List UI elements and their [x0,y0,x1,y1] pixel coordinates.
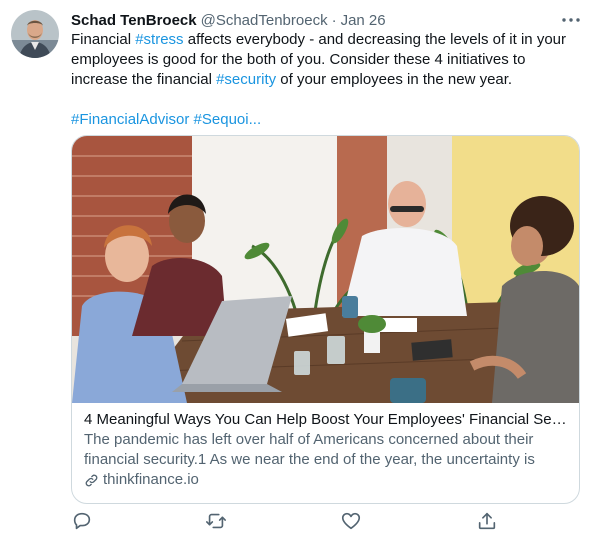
share-icon[interactable] [476,510,498,532]
retweet-icon[interactable] [205,510,227,532]
tweet-header: Schad TenBroeck @SchadTenbroeck · Jan 26 [71,10,386,30]
avatar[interactable] [11,10,59,58]
tweet-body: Financial #stress affects everybody - an… [71,30,576,90]
link-icon [85,474,98,486]
more-icon[interactable] [559,10,583,30]
card-domain-text: thinkfinance.io [103,471,199,488]
hashtag-stress[interactable]: #stress [135,31,183,48]
tweet-text: Financial #stress affects everybody - an… [71,30,576,130]
tweet-actions [0,510,592,532]
heart-icon[interactable] [340,510,362,532]
tweet-hashtags: #FinancialAdvisor #Sequoi... [71,110,576,130]
card-body: 4 Meaningful Ways You Can Help Boost You… [84,410,569,490]
author-handle[interactable]: @SchadTenbroeck [201,12,328,29]
card-domain[interactable]: thinkfinance.io [84,470,569,490]
hashtag-financialadvisor[interactable]: #FinancialAdvisor [71,111,189,128]
text-segment: Financial [71,31,136,48]
card-title[interactable]: 4 Meaningful Ways You Can Help Boost You… [84,410,569,430]
reply-icon[interactable] [71,510,93,532]
author-name[interactable]: Schad TenBroeck [71,12,197,29]
separator: · [331,11,337,29]
card-description: The pandemic has left over half of Ameri… [84,431,535,468]
text-segment: of your employees in the new year. [276,71,513,88]
tweet-date[interactable]: Jan 26 [341,12,386,29]
card-image[interactable] [72,136,579,403]
link-card[interactable]: 4 Meaningful Ways You Can Help Boost You… [71,135,580,504]
hashtag-security[interactable]: #security [216,71,276,88]
hashtag-sequoia[interactable]: #Sequoi... [189,111,262,128]
